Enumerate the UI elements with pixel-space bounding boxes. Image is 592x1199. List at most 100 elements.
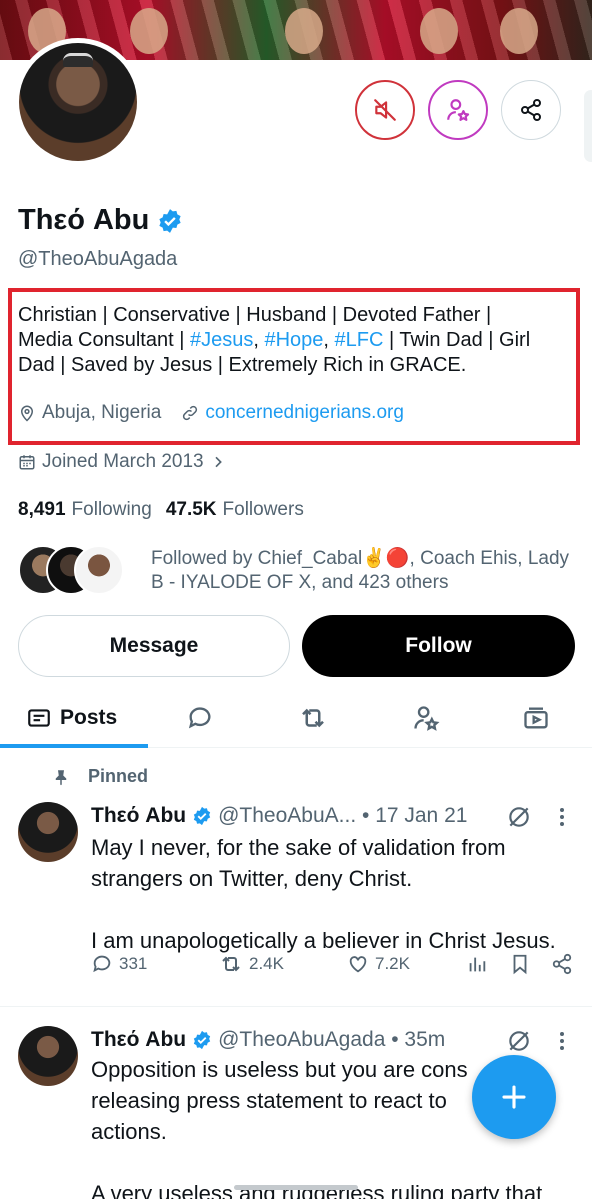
side-edge-handle[interactable] [584,90,592,162]
calendar-icon [19,455,35,470]
post-avatar[interactable] [18,802,78,862]
profile-handle: @TheoAbuAgada [18,248,178,270]
follower-avatar [74,545,124,595]
bookmark-icon [513,954,527,975]
reposts-tab-icon [302,708,324,728]
post-text-line: May I never, for the sake of validation … [91,835,506,860]
share-icon [521,99,541,121]
profile-location: Abuja, Nigeria [42,402,162,423]
verified-icon [159,208,181,233]
post-handle-time: @TheoAbuAgada • 35m [218,1028,446,1051]
profile-name-row: Thεό Abu [18,204,183,237]
post-text: May I never, for the sake of validation … [91,832,581,956]
banner-face [130,8,168,54]
post-header: Thεό Abu @TheoAbuA... • 17 Jan 21 [91,804,467,828]
post-avatar[interactable] [18,1026,78,1086]
bio-text: Christian | Conservative | Husband | Dev… [18,304,492,326]
joined-date: Joined March 2013 [42,451,204,472]
bio-text: , [253,329,265,351]
mute-icon [374,99,396,121]
reply-count: 331 [119,954,148,973]
post-divider [0,1006,592,1007]
banner-face [500,8,538,54]
share-icon [552,953,572,975]
media-tab-icon [524,707,548,729]
post-text-line [91,894,581,925]
grok-icon[interactable] [506,1028,532,1054]
bio-line: Dad | Saved by Jesus | Extremely Rich in… [18,353,574,378]
tab-highlights[interactable] [412,698,440,738]
grok-icon[interactable] [506,804,532,830]
like-count: 7.2K [375,954,410,973]
profile-name: Thεό Abu [18,204,150,236]
tab-posts[interactable]: Posts [26,698,117,738]
hashtag-link[interactable]: #Jesus [190,329,253,351]
reply-icon [93,955,111,973]
pinned-label-row: Pinned [52,766,148,787]
bio-text: Dad | Saved by Jesus | Extremely Rich in… [18,354,467,376]
compose-button[interactable] [472,1055,556,1139]
bio-text: Media Consultant | [18,329,190,351]
bio-text: , [323,329,335,351]
post-author[interactable]: Thεό Abu [91,804,186,828]
mute-button[interactable] [355,80,415,140]
bio-line: Media Consultant | #Jesus, #Hope, #LFC |… [18,328,574,353]
followed-by[interactable]: Followed by Chief_Cabal✌️🔴, Coach Ehis, … [18,545,569,595]
post-header: Thεό Abu @TheoAbuAgada • 35m [91,1028,445,1052]
profile-website-link[interactable]: concernednigerians.org [181,402,404,424]
post-author[interactable]: Thεό Abu [91,1028,186,1052]
highlights-tab-icon [414,706,440,731]
repost-button[interactable]: 2.4K [219,952,284,976]
bookmark-button[interactable] [509,953,531,975]
post-text-line [91,1147,581,1178]
repost-icon [222,956,240,972]
followed-by-text: Followed by Chief_Cabal✌️🔴, Coach Ehis, … [151,548,570,593]
verified-icon [193,806,211,826]
profile-bio: Christian | Conservative | Husband | Dev… [18,303,574,378]
pin-icon [55,769,67,785]
pinned-label: Pinned [88,766,149,786]
profile-joined[interactable]: Joined March 2013 [18,451,226,473]
post-text-line: I am unapologetically a believer in Chri… [91,928,556,953]
share-post-button[interactable] [551,953,573,975]
home-indicator[interactable] [234,1185,358,1190]
plus-icon [502,1085,526,1109]
tab-replies[interactable] [186,698,214,738]
tab-reposts[interactable] [298,698,328,738]
like-icon [349,956,367,973]
following-link[interactable]: 8,491 Following [18,499,152,521]
profile-website[interactable]: concernednigerians.org [205,402,404,424]
subscribe-icon [447,99,470,121]
reply-button[interactable]: 331 [91,953,147,975]
follow-counts: 8,491 Following 47.5K Followers [18,499,304,521]
share-button[interactable] [501,80,561,140]
more-icon[interactable] [557,806,567,828]
analytics-icon [469,957,486,972]
profile-meta: Abuja, Nigeria concernednigerians.org [18,402,404,424]
bio-text: | Twin Dad | Girl [383,329,531,351]
banner-face [285,8,323,54]
tab-media[interactable] [522,698,550,738]
bio-line: Christian | Conservative | Husband | Dev… [18,303,574,328]
verified-icon [193,1030,211,1050]
hashtag-link[interactable]: #Hope [264,329,323,351]
like-button[interactable]: 7.2K [347,953,410,975]
followers-link[interactable]: 47.5K Followers [166,499,304,521]
more-icon[interactable] [557,1030,567,1052]
post-handle-time: @TheoAbuA... • 17 Jan 21 [218,804,468,827]
message-button[interactable]: Message [18,615,290,677]
link-icon [183,405,198,421]
posts-tab-icon [28,709,50,727]
profile-tabs: Posts [0,690,592,748]
analytics-button[interactable] [466,953,488,975]
follow-button[interactable]: Follow [302,615,575,677]
active-tab-indicator [0,744,148,748]
location-icon [20,405,34,422]
banner-face [420,8,458,54]
replies-tab-icon [188,707,211,729]
profile-avatar[interactable] [14,38,142,166]
post-text-line: strangers on Twitter, deny Christ. [91,866,413,891]
subscribe-button[interactable] [428,80,488,140]
chevron-right-icon [215,456,222,468]
hashtag-link[interactable]: #LFC [335,329,384,351]
